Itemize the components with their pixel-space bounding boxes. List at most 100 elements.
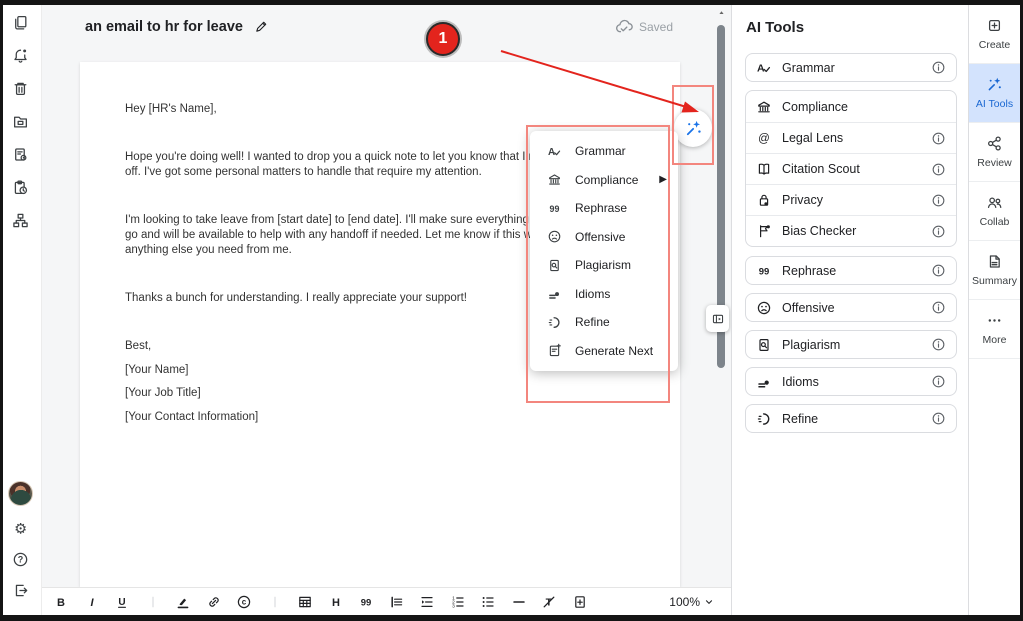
info-icon[interactable] [931,374,946,389]
copyright-button[interactable] [233,591,255,613]
user-avatar[interactable] [8,481,33,506]
save-status: Saved [615,18,673,36]
indent-button[interactable] [416,591,438,613]
doc-line: [Your Contact Information] [125,410,640,425]
info-icon[interactable] [931,60,946,75]
rail-item-create[interactable]: Create [969,5,1020,64]
ordered-list-button[interactable] [447,591,469,613]
table-button[interactable] [294,591,316,613]
notifications-icon[interactable] [10,47,32,64]
ai-tools-title: AI Tools [746,19,957,36]
underline-button[interactable] [111,591,133,613]
info-icon[interactable] [931,411,946,426]
compliance-row[interactable]: Compliance [746,91,956,122]
blockquote-button[interactable] [355,591,377,613]
document-title: an email to hr for leave [85,19,243,35]
panel-open-icon [711,312,725,326]
history-icon[interactable] [10,179,32,196]
info-icon[interactable] [931,193,946,208]
ai-wand-button[interactable] [674,109,712,147]
info-icon[interactable] [931,131,946,146]
settings-icon[interactable] [10,520,32,537]
offensive-card[interactable]: Offensive [745,293,957,322]
frame-left [0,0,3,621]
zoom-level: 100% [669,595,700,609]
zoom-control[interactable]: 100% [669,595,715,609]
left-sidebar [0,5,42,615]
documents-icon[interactable] [10,14,32,31]
save-status-label: Saved [639,20,673,34]
right-toolbar: Create AI Tools Review Collab Summary [968,5,1020,615]
highlight-button[interactable] [172,591,194,613]
new-page-button[interactable] [569,591,591,613]
menu-item-plagiarism[interactable]: Plagiarism ▶ [530,251,678,280]
menu-item-idioms[interactable]: Idioms ▶ [530,280,678,309]
editor-area: an email to hr for leave Saved Hey [HR's… [42,5,731,615]
doc-line: [Your Job Title] [125,386,640,401]
rail-item-collab[interactable]: Collab [969,182,1020,241]
rephrase-card[interactable]: Rephrase [745,256,957,285]
idioms-card[interactable]: Idioms [745,367,957,396]
frame-bottom [0,615,1023,621]
doc-line: Hey [HR's Name], [125,102,640,117]
align-left-button[interactable] [386,591,408,613]
chevron-down-icon [703,596,715,608]
help-icon[interactable] [10,551,32,568]
app-window: an email to hr for leave Saved Hey [HR's… [0,0,1023,621]
logout-icon[interactable] [10,582,32,599]
open-panel-button[interactable] [706,305,729,332]
ai-context-menu: Grammar ▶ Compliance ▶ Rephrase ▶ [530,131,678,371]
ai-tools-panel: AI Tools Grammar Compliance [731,5,968,615]
edit-title-icon[interactable] [254,19,269,34]
left-sidebar-bottom [0,481,41,599]
info-icon[interactable] [931,224,946,239]
info-icon[interactable] [931,300,946,315]
editor-scrollbar[interactable] [716,8,727,587]
sitemap-icon[interactable] [10,212,32,229]
scroll-up-icon[interactable] [716,8,727,19]
frame-top [0,0,1023,5]
refine-card[interactable]: Refine [745,404,957,433]
grammar-card[interactable]: Grammar [745,53,957,82]
ai-cards-bottom: Rephrase Offensive Plagiarism [745,256,957,433]
menu-item-compliance[interactable]: Compliance ▶ [530,166,678,195]
doc-paragraph: [Your Job Title] [125,386,640,401]
menu-item-generate-next[interactable]: Generate Next ▶ [530,337,678,366]
folder-icon[interactable] [10,113,32,130]
toolbar-divider[interactable] [264,591,286,613]
citation-scout-row[interactable]: Citation Scout [746,153,956,184]
menu-item-grammar[interactable]: Grammar ▶ [530,137,678,166]
legal-lens-row[interactable]: Legal Lens [746,122,956,153]
rail-item-review[interactable]: Review [969,123,1020,182]
bold-button[interactable] [50,591,72,613]
rail-item-more[interactable]: More [969,300,1020,359]
rail-item-ai-tools[interactable]: AI Tools [969,64,1020,123]
bullet-list-button[interactable] [477,591,499,613]
submenu-arrow-icon: ▶ [659,174,667,185]
horizontal-rule-button[interactable] [508,591,530,613]
format-toolbar: 100% [42,587,731,615]
menu-item-refine[interactable]: Refine ▶ [530,308,678,337]
doc-paragraph: [Your Contact Information] [125,410,640,425]
clear-format-button[interactable] [538,591,560,613]
privacy-row[interactable]: Privacy [746,184,956,215]
compliance-group: Compliance Legal Lens Citation Scout [745,90,957,247]
toolbar-divider[interactable] [142,591,164,613]
menu-item-offensive[interactable]: Offensive ▶ [530,223,678,252]
rail-item-summary[interactable]: Summary [969,241,1020,300]
magic-wand-icon [684,119,703,138]
bias-checker-row[interactable]: Bias Checker [746,215,956,246]
doc-paragraph: Hey [HR's Name], [125,102,640,117]
cloud-saved-icon [615,18,633,36]
menu-item-rephrase[interactable]: Rephrase ▶ [530,194,678,223]
italic-button[interactable] [81,591,103,613]
doc-edit-icon[interactable] [10,146,32,163]
link-button[interactable] [203,591,225,613]
info-icon[interactable] [931,162,946,177]
info-icon[interactable] [931,337,946,352]
plagiarism-card[interactable]: Plagiarism [745,330,957,359]
trash-icon[interactable] [10,80,32,97]
left-sidebar-top [0,14,41,229]
heading-button[interactable] [325,591,347,613]
info-icon[interactable] [931,263,946,278]
